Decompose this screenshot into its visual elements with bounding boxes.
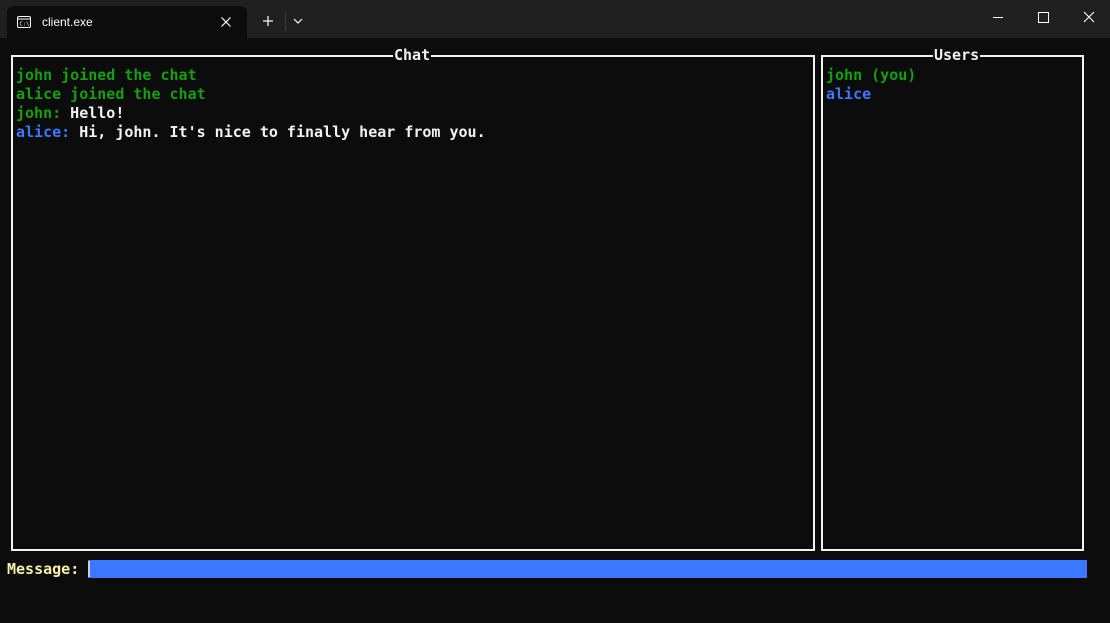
plus-icon[interactable] [256,9,280,33]
tab-close-icon[interactable] [216,12,236,32]
message-input[interactable] [88,560,1087,578]
message-text: Hello! [61,104,125,122]
close-icon[interactable] [1066,0,1110,36]
chat-event-line: john joined the chat [16,66,197,84]
maximize-icon[interactable] [1020,0,1066,36]
user-item-john: john (you) [826,66,917,84]
chat-message-line: alice: Hi, john. It's nice to finally he… [16,123,486,142]
message-sender: john: [16,104,62,122]
terminal-icon: C:\ [17,15,31,29]
users-panel: Users john (you) alice [821,46,1084,551]
chevron-down-icon[interactable] [288,9,308,33]
text-cursor [88,561,90,577]
divider [285,11,286,31]
message-text: Hi, john. It's nice to finally hear from… [70,123,486,141]
chat-log: john joined the chat alice joined the ch… [16,66,486,142]
chat-panel: Chat john joined the chat alice joined t… [11,46,815,551]
chat-event-line: alice joined the chat [16,85,206,103]
user-list: john (you) alice [826,66,916,104]
message-sender: alice: [16,123,71,141]
message-label: Message: [7,560,89,578]
tab-client[interactable]: C:\ client.exe [7,6,247,38]
chat-message-line: john: Hello! [16,104,486,123]
tab-title: client.exe [42,15,93,29]
title-bar: C:\ client.exe [0,0,1110,38]
user-item-alice: alice [826,85,872,103]
chat-panel-title: Chat [393,46,432,64]
users-panel-title: Users [933,46,981,64]
svg-text:C:\: C:\ [20,22,30,28]
minimize-icon[interactable] [974,0,1020,36]
